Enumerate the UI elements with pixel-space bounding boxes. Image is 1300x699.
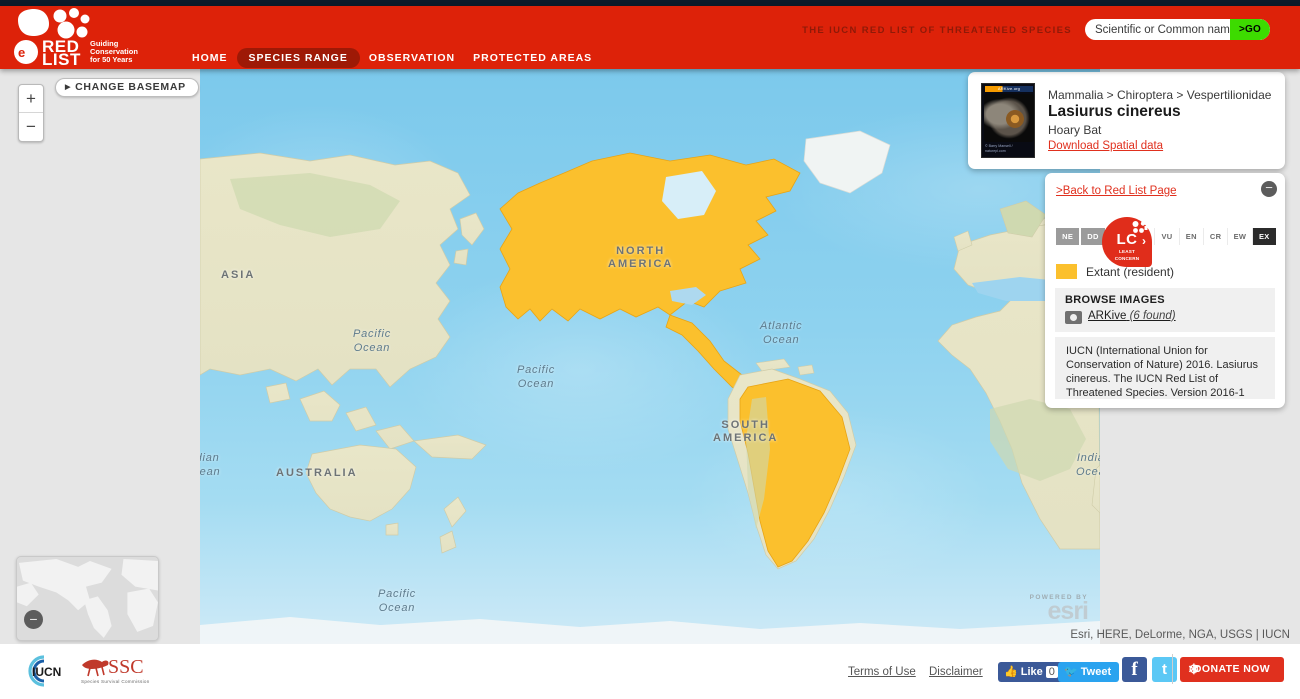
legend-swatch-extant <box>1056 264 1077 280</box>
status-arrow-icon: › <box>1142 234 1146 248</box>
nav-item-protected-areas[interactable]: PROTECTED AREAS <box>464 48 601 68</box>
like-count: 0 <box>1045 666 1058 678</box>
land-australia <box>305 444 417 522</box>
common-name: Hoary Bat <box>1048 123 1102 137</box>
powered-by-esri-logo: POWERED BY esri <box>1030 594 1089 625</box>
nav-item-observation[interactable]: OBSERVATION <box>360 48 464 68</box>
browse-images-title: BROWSE IMAGES <box>1065 294 1165 306</box>
iucn-logo[interactable]: IUCN <box>18 654 70 693</box>
panel-collapse-button[interactable]: − <box>1261 181 1277 197</box>
site-tagline: THE IUCN RED LIST OF THREATENED SPECIES <box>802 25 1072 36</box>
change-basemap-label: CHANGE BASEMAP <box>75 81 186 93</box>
site-header: e RED LIST Guiding Conservation for 50 Y… <box>0 6 1300 69</box>
species-info-card: ARKive.org © Barry Mansell / naturepl.co… <box>968 72 1285 169</box>
twitter-icon[interactable]: t <box>1152 657 1177 682</box>
arkive-link-label: ARKive <box>1088 310 1127 322</box>
terms-of-use-link[interactable]: Terms of Use <box>848 666 916 678</box>
species-search: >GO <box>1085 19 1270 40</box>
site-footer: IUCN SSC Species Survival Commission Ter… <box>0 644 1300 699</box>
twitter-bird-icon: 🐦 <box>1064 666 1078 678</box>
browse-images-section: BROWSE IMAGES ARKive (6 found) <box>1055 288 1275 332</box>
zoom-in-button[interactable]: + <box>19 85 43 113</box>
svg-text:Species Survival Commission: Species Survival Commission <box>81 679 150 684</box>
svg-text:LIST: LIST <box>42 50 81 66</box>
thumbs-up-icon: 👍 <box>1004 666 1018 678</box>
arkive-link[interactable]: ARKive (6 found) <box>1088 310 1176 322</box>
land-tasmania <box>385 522 399 536</box>
status-ne[interactable]: NE <box>1056 228 1080 245</box>
arkive-count: (6 found) <box>1129 310 1176 322</box>
status-vu[interactable]: VU <box>1155 228 1180 245</box>
nav-item-species-range[interactable]: SPECIES RANGE <box>236 48 360 68</box>
red-list-dots-icon <box>1132 221 1148 233</box>
download-spatial-data-link[interactable]: Download Spatial data <box>1048 140 1163 152</box>
conservation-status-widget: NE DD NT VU EN CR EW EX LC LEAST <box>1056 217 1276 267</box>
search-input[interactable] <box>1085 19 1230 40</box>
footer-divider <box>1172 654 1173 684</box>
citation-text: IUCN (International Union for Conservati… <box>1055 337 1275 399</box>
svg-text:SSC: SSC <box>108 656 144 678</box>
land-antarctica-edge <box>200 617 1100 644</box>
land-japan <box>453 212 485 266</box>
donate-now-button[interactable]: ❄ DONATE NOW <box>1180 657 1284 682</box>
arkive-banner: ARKive.org <box>985 86 1033 92</box>
red-list-logo[interactable]: e RED LIST Guiding Conservation for 50 Y… <box>14 8 164 66</box>
twitter-tweet-button[interactable]: 🐦 Tweet <box>1058 662 1120 682</box>
taxonomy-breadcrumb: Mammalia > Chiroptera > Vespertilionidae <box>1048 88 1272 102</box>
species-range-north-america <box>499 152 801 322</box>
map-tiles[interactable]: ASIA NORTH AMERICA SOUTH AMERICA EUROPE … <box>200 69 1100 644</box>
camera-icon <box>1065 311 1082 324</box>
overview-map-graphic <box>17 557 158 640</box>
ssc-logo[interactable]: SSC Species Survival Commission <box>78 653 168 694</box>
tweet-label: Tweet <box>1080 666 1112 678</box>
status-ew[interactable]: EW <box>1228 228 1253 245</box>
status-label-line1: LEAST <box>1118 249 1136 254</box>
status-cr[interactable]: CR <box>1203 228 1229 245</box>
caret-right-icon: ▶ <box>65 84 72 91</box>
overview-collapse-button[interactable]: − <box>24 610 43 629</box>
scientific-name: Lasiurus cinereus <box>1048 103 1181 120</box>
map-attribution: Esri, HERE, DeLorme, NGA, USGS | IUCN <box>1070 629 1290 641</box>
esri-wordmark: esri <box>1047 597 1089 625</box>
status-label-line2: CONCERN <box>1114 255 1140 261</box>
page-root: e RED LIST Guiding Conservation for 50 Y… <box>0 0 1300 699</box>
svg-text:e: e <box>18 45 25 60</box>
red-list-info-panel: − >Back to Red List Page NE DD NT VU EN … <box>1045 173 1285 408</box>
disclaimer-link[interactable]: Disclaimer <box>929 666 983 678</box>
like-label: Like <box>1020 666 1043 678</box>
ribbon-icon: ❄ <box>1188 661 1201 677</box>
status-ex[interactable]: EX <box>1252 228 1276 245</box>
land-se-asia <box>265 382 415 450</box>
map-legend: Extant (resident) <box>1056 263 1174 281</box>
land-and-range-layer <box>200 130 1100 644</box>
change-basemap-button[interactable]: ▶ CHANGE BASEMAP <box>55 78 199 97</box>
facebook-like-button[interactable]: 👍 Like 0 <box>998 662 1064 682</box>
land-new-guinea <box>413 434 487 460</box>
photo-credit: © Barry Mansell / naturepl.com <box>985 144 1013 153</box>
status-en[interactable]: EN <box>1179 228 1204 245</box>
zoom-out-button[interactable]: − <box>19 113 43 141</box>
main-nav: HOME SPECIES RANGE OBSERVATION PROTECTED AR… <box>183 48 601 68</box>
back-to-red-list-link[interactable]: >Back to Red List Page <box>1056 185 1177 197</box>
land-greenland <box>803 130 891 194</box>
svg-text:IUCN: IUCN <box>32 665 61 679</box>
zoom-controls: + − <box>18 84 44 142</box>
current-status-badge[interactable]: LC LEAST CONCERN › <box>1102 217 1152 267</box>
facebook-icon[interactable]: f <box>1122 657 1147 682</box>
land-new-zealand <box>439 496 467 554</box>
species-thumbnail[interactable]: ARKive.org © Barry Mansell / naturepl.co… <box>981 83 1035 158</box>
bat-photo <box>984 94 1034 142</box>
status-scale: NE DD NT VU EN CR EW EX <box>1056 228 1276 245</box>
nav-item-home[interactable]: HOME <box>183 48 237 68</box>
svg-text:for 50 Years: for 50 Years <box>90 55 132 64</box>
donate-label: DONATE NOW <box>1193 663 1271 675</box>
search-go-button[interactable]: >GO <box>1230 19 1270 40</box>
overview-map[interactable]: − <box>16 556 159 641</box>
